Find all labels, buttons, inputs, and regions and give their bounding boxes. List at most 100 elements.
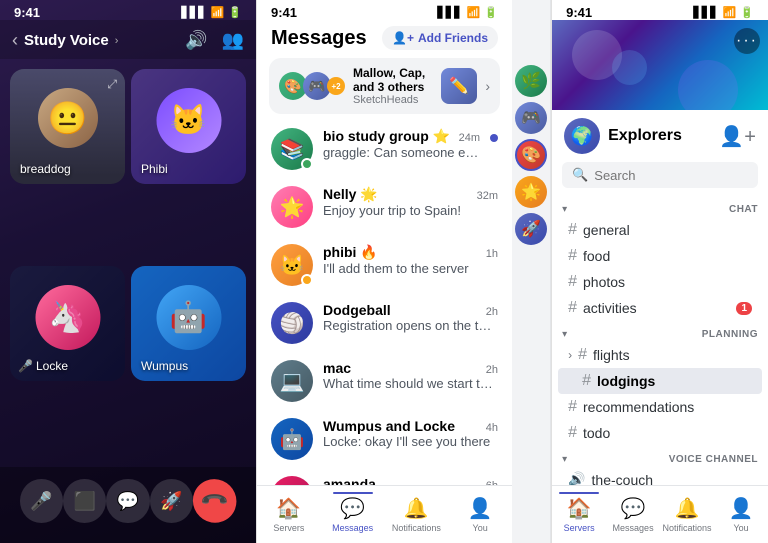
- message-item[interactable]: 🌟 Nelly 🌟32m Enjoy your trip to Spain!: [257, 178, 512, 236]
- message-preview: Locke: okay I'll see you there: [323, 434, 498, 449]
- tile-expand-icon[interactable]: ⤢: [107, 77, 117, 92]
- nav-indicator: [460, 492, 500, 494]
- message-preview: Registration opens on the third!: [323, 318, 498, 333]
- exp-you-nav-icon: 👤: [729, 496, 754, 521]
- message-avatar: 🏐: [271, 302, 313, 344]
- banner-orb3: [678, 60, 738, 110]
- voice-channel-couch[interactable]: 🔊 the-couch: [558, 467, 762, 485]
- server-icon-5[interactable]: 🚀: [515, 213, 547, 245]
- voice-tile-locke: 🦄 🎤 Locke: [10, 266, 125, 381]
- exp-nav-messages[interactable]: 💬 Messages: [606, 492, 660, 533]
- notifications-nav-label: Notifications: [392, 523, 441, 533]
- message-avatar: 💻: [271, 360, 313, 402]
- exp-battery-icon: 🔋: [740, 6, 754, 19]
- voice-adduser-icon[interactable]: 👥: [222, 30, 244, 51]
- message-time: 32m: [477, 190, 498, 202]
- hash-icon: #: [582, 372, 591, 390]
- nav-servers[interactable]: 🏠 Servers: [257, 492, 321, 533]
- activity-button[interactable]: 🚀: [150, 479, 193, 523]
- servers-nav-icon: 🏠: [276, 496, 301, 521]
- nav-you[interactable]: 👤 You: [448, 492, 512, 533]
- message-item[interactable]: 👩 amanda6h ok: [257, 468, 512, 485]
- server-icon-1[interactable]: 🌿: [515, 65, 547, 97]
- channel-name: lodgings: [597, 373, 655, 389]
- exp-signal-icon: ▋▋▋: [693, 6, 718, 19]
- message-avatar: 🐱: [271, 244, 313, 286]
- server-name: Explorers: [608, 127, 682, 145]
- server-more-button[interactable]: ···: [734, 28, 760, 54]
- wumpus-avatar: 🤖: [156, 285, 221, 350]
- exp-nav-notifications[interactable]: 🔔 Notifications: [660, 492, 714, 533]
- pinned-message[interactable]: 🎨 🎮 +2 Mallow, Cap, and 3 others SketchH…: [269, 58, 500, 114]
- hash-icon: #: [578, 346, 587, 364]
- exp-nav-you[interactable]: 👤 You: [714, 492, 768, 533]
- signal-icon: ▋▋▋: [181, 6, 206, 19]
- explorer-panel-wrapper: 🌿 🎮 🎨 🌟 🚀 9:41 ▋▋▋ 📶 🔋 ···: [512, 0, 768, 543]
- pinned-name: Mallow, Cap, and 3 others: [353, 66, 433, 94]
- exp-nav-servers[interactable]: 🏠 Servers: [552, 492, 606, 533]
- search-icon: 🔍: [572, 167, 588, 183]
- voice-back-chevron[interactable]: ‹: [12, 30, 18, 51]
- tile-name-wumpus: Wumpus: [141, 359, 188, 373]
- voice-controls: 🎤 ⬛ 💬 🚀 📞: [0, 467, 256, 543]
- messages-title: Messages: [271, 27, 367, 50]
- message-name: Dodgeball: [323, 302, 391, 318]
- tile-name-phibi: Phibi: [141, 162, 168, 176]
- tile-name-breaddog: breaddog: [20, 162, 71, 176]
- mute-button[interactable]: 🎤: [20, 479, 63, 523]
- exp-messages-nav-label: Messages: [613, 523, 654, 533]
- unread-indicator: [490, 134, 498, 142]
- channel-general[interactable]: # general: [558, 217, 762, 243]
- add-member-icon[interactable]: 👤+: [719, 124, 756, 149]
- server-list-sidebar: 🌿 🎮 🎨 🌟 🚀: [512, 0, 551, 543]
- message-item[interactable]: 📚 bio study group ⭐24m graggle: Can some…: [257, 120, 512, 178]
- hangup-button[interactable]: 📞: [184, 470, 246, 532]
- chat-section-header[interactable]: ▾ CHAT: [552, 196, 768, 217]
- nav-messages[interactable]: 💬 Messages: [321, 492, 385, 533]
- message-item[interactable]: 💻 mac2h What time should we start tonigh…: [257, 352, 512, 410]
- exp-you-nav-label: You: [733, 523, 748, 533]
- message-avatar: 🌟: [271, 186, 313, 228]
- explorer-panel: 9:41 ▋▋▋ 📶 🔋 ··· 🌍 Explorers: [551, 0, 768, 543]
- channel-lodgings[interactable]: # lodgings: [558, 368, 762, 394]
- channel-food[interactable]: # food: [558, 243, 762, 269]
- chat-button[interactable]: 💬: [106, 479, 149, 523]
- voice-speaker-icon[interactable]: 🔊: [185, 30, 207, 51]
- exp-servers-nav-icon: 🏠: [567, 496, 592, 521]
- message-item[interactable]: 🏐 Dodgeball2h Registration opens on the …: [257, 294, 512, 352]
- message-time: 4h: [486, 422, 498, 434]
- channel-search[interactable]: 🔍: [562, 162, 758, 188]
- tile-name-locke: Locke: [36, 359, 68, 373]
- message-name: mac: [323, 360, 351, 376]
- msg-signal-icon: ▋▋▋: [437, 6, 462, 19]
- voice-tile-breaddog: 😐 ⤢ breaddog: [10, 69, 125, 184]
- add-friends-button[interactable]: 👤+ Add Friends: [382, 26, 498, 50]
- channel-flights[interactable]: › # flights: [558, 342, 762, 368]
- add-friends-label: Add Friends: [418, 31, 488, 45]
- channel-recommendations[interactable]: # recommendations: [558, 394, 762, 420]
- message-name: amanda: [323, 476, 376, 485]
- voice-title-arrow: ›: [115, 35, 119, 47]
- channel-activities[interactable]: # activities 1: [558, 295, 762, 321]
- nav-indicator: [667, 492, 707, 494]
- channel-name: todo: [583, 425, 610, 441]
- planning-section-header[interactable]: ▾ PLANNING: [552, 321, 768, 342]
- channel-todo[interactable]: # todo: [558, 420, 762, 446]
- voice-channel-name: the-couch: [592, 472, 653, 486]
- server-icon-4[interactable]: 🌟: [515, 176, 547, 208]
- server-icon-3[interactable]: 🎨: [515, 139, 547, 171]
- expand-icon: ›: [568, 348, 572, 362]
- nav-indicator: [613, 492, 653, 494]
- nav-notifications[interactable]: 🔔 Notifications: [385, 492, 449, 533]
- server-icon-2[interactable]: 🎮: [515, 102, 547, 134]
- message-item[interactable]: 🤖 Wumpus and Locke4h Locke: okay I'll se…: [257, 410, 512, 468]
- search-input[interactable]: [594, 168, 768, 183]
- planning-section-chevron: ▾: [562, 329, 567, 340]
- activities-badge: 1: [736, 302, 752, 315]
- channel-photos[interactable]: # photos: [558, 269, 762, 295]
- voice-section-header[interactable]: ▾ VOICE CHANNEL: [552, 446, 768, 467]
- message-item[interactable]: 🐱 phibi 🔥1h I'll add them to the server: [257, 236, 512, 294]
- voice-time: 9:41: [14, 5, 40, 20]
- camera-button[interactable]: ⬛: [63, 479, 106, 523]
- voice-header: ‹ Study Voice › 🔊 👥: [0, 20, 256, 59]
